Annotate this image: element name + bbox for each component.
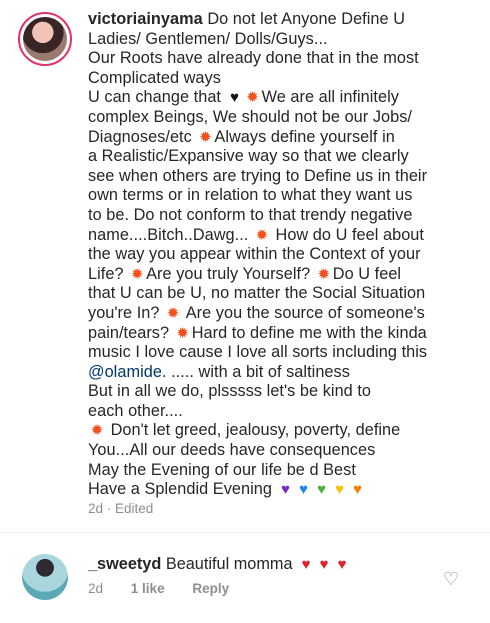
comment-line: name....Bitch..Dawg... ✹ How do U feel a… (88, 225, 424, 244)
avatar-image (23, 17, 67, 61)
mention-link[interactable]: @olamide. (88, 363, 167, 381)
reply-likes-count[interactable]: 1 like (131, 581, 165, 596)
sparkle-icon: ✹ (90, 422, 104, 440)
comment-line: U can change that ♥ ✹ We are all infinitel… (88, 88, 399, 107)
reply-text: Beautiful momma (161, 555, 298, 573)
avatar-victoriainyama[interactable] (18, 12, 72, 66)
sparkle-icon: ✹ (246, 89, 259, 107)
comment-line: Complicated ways (88, 68, 221, 87)
red-heart-icon: ♥ (301, 556, 311, 573)
comment-line: you're In? ✹ Are you the source of someo… (88, 303, 425, 322)
comment-line: Life? ✹ Are you truly Yourself? ✹ Do U fee… (88, 264, 402, 283)
reply-body: _sweetyd Beautiful momma ♥ ♥ ♥ (88, 555, 351, 574)
comment-line: a Realistic/Expansive way so that we cle… (88, 147, 409, 166)
comment-line: complex Beings, We should not be our Job… (88, 107, 412, 126)
comment-line: But in all we do, plsssss let's be kind … (88, 382, 372, 401)
comment-line: You...All our deeds have consequences (88, 441, 376, 460)
blue-heart-icon: ♥ (299, 481, 309, 499)
avatar-sweetyd[interactable] (22, 554, 68, 600)
reply-button[interactable]: Reply (192, 581, 229, 596)
comment-line: to be. Do not conform to that trendy neg… (88, 205, 413, 224)
comment-line: Ladies/ Gentlemen/ Dolls/Guys... (88, 29, 328, 48)
comment-line: see when others are trying to Define us … (88, 166, 428, 185)
reply-hearts: ♥ ♥ ♥ (297, 555, 351, 573)
comment-line: Have a Splendid Evening ♥ ♥ ♥ ♥ ♥ (88, 480, 483, 500)
comment-body: victoriainyama Do not let Anyone Define … (88, 10, 483, 500)
comment-line: the way you appear within the Context of… (88, 245, 421, 264)
comment-line: that U can be U, no matter the Social Si… (88, 284, 426, 303)
comment-line: Our Roots have already done that in the … (88, 49, 419, 68)
purple-heart-icon: ♥ (281, 481, 291, 499)
comment-line: Diagnoses/etc ✹ Always define yourself in (88, 127, 395, 146)
reply-time: 2d (88, 581, 104, 596)
red-heart-icon: ♥ (319, 556, 329, 573)
comment-line: May the Evening of our life be d Best (88, 460, 356, 479)
black-heart-icon: ♥ (230, 89, 240, 107)
comment-line: @olamide. ..... with a bit of saltiness (88, 362, 350, 381)
comment-username[interactable]: victoriainyama (88, 10, 207, 28)
sparkle-icon: ✹ (176, 324, 189, 342)
comment-line: victoriainyama Do not let Anyone Define … (88, 10, 406, 28)
yellow-heart-icon: ♥ (335, 481, 345, 499)
comment-line: pain/tears? ✹ Hard to define me with the … (88, 323, 427, 342)
sparkle-icon: ✹ (255, 226, 269, 244)
comment-line: each other.... (88, 401, 183, 420)
sparkle-icon: ✹ (130, 265, 144, 283)
sparkle-icon: ✹ (166, 304, 180, 322)
heart-outline-icon[interactable]: ♡ (441, 569, 461, 589)
red-heart-icon: ♥ (337, 556, 347, 573)
main-comment: victoriainyama Do not let Anyone Define … (0, 0, 490, 527)
green-heart-icon: ♥ (317, 481, 327, 499)
orange-heart-icon: ♥ (353, 481, 363, 499)
comment-line: music I love cause I love all sorts incl… (88, 343, 428, 362)
reply-username[interactable]: _sweetyd (88, 555, 161, 573)
comment-text: victoriainyama Do not let Anyone Define … (88, 10, 483, 500)
comment-meta: 2d · Edited (88, 501, 154, 516)
comment-line: ✹ Don't let greed, jealousy, poverty, de… (88, 421, 483, 441)
sparkle-icon: ✹ (199, 128, 212, 146)
divider (0, 532, 490, 533)
reply-meta: 2d 1 like Reply (88, 581, 253, 596)
sparkle-icon: ✹ (317, 265, 331, 283)
reply-comment: _sweetyd Beautiful momma ♥ ♥ ♥ 2d 1 like R… (0, 545, 490, 623)
comment-line: own terms or in relation to what they wa… (88, 186, 413, 205)
